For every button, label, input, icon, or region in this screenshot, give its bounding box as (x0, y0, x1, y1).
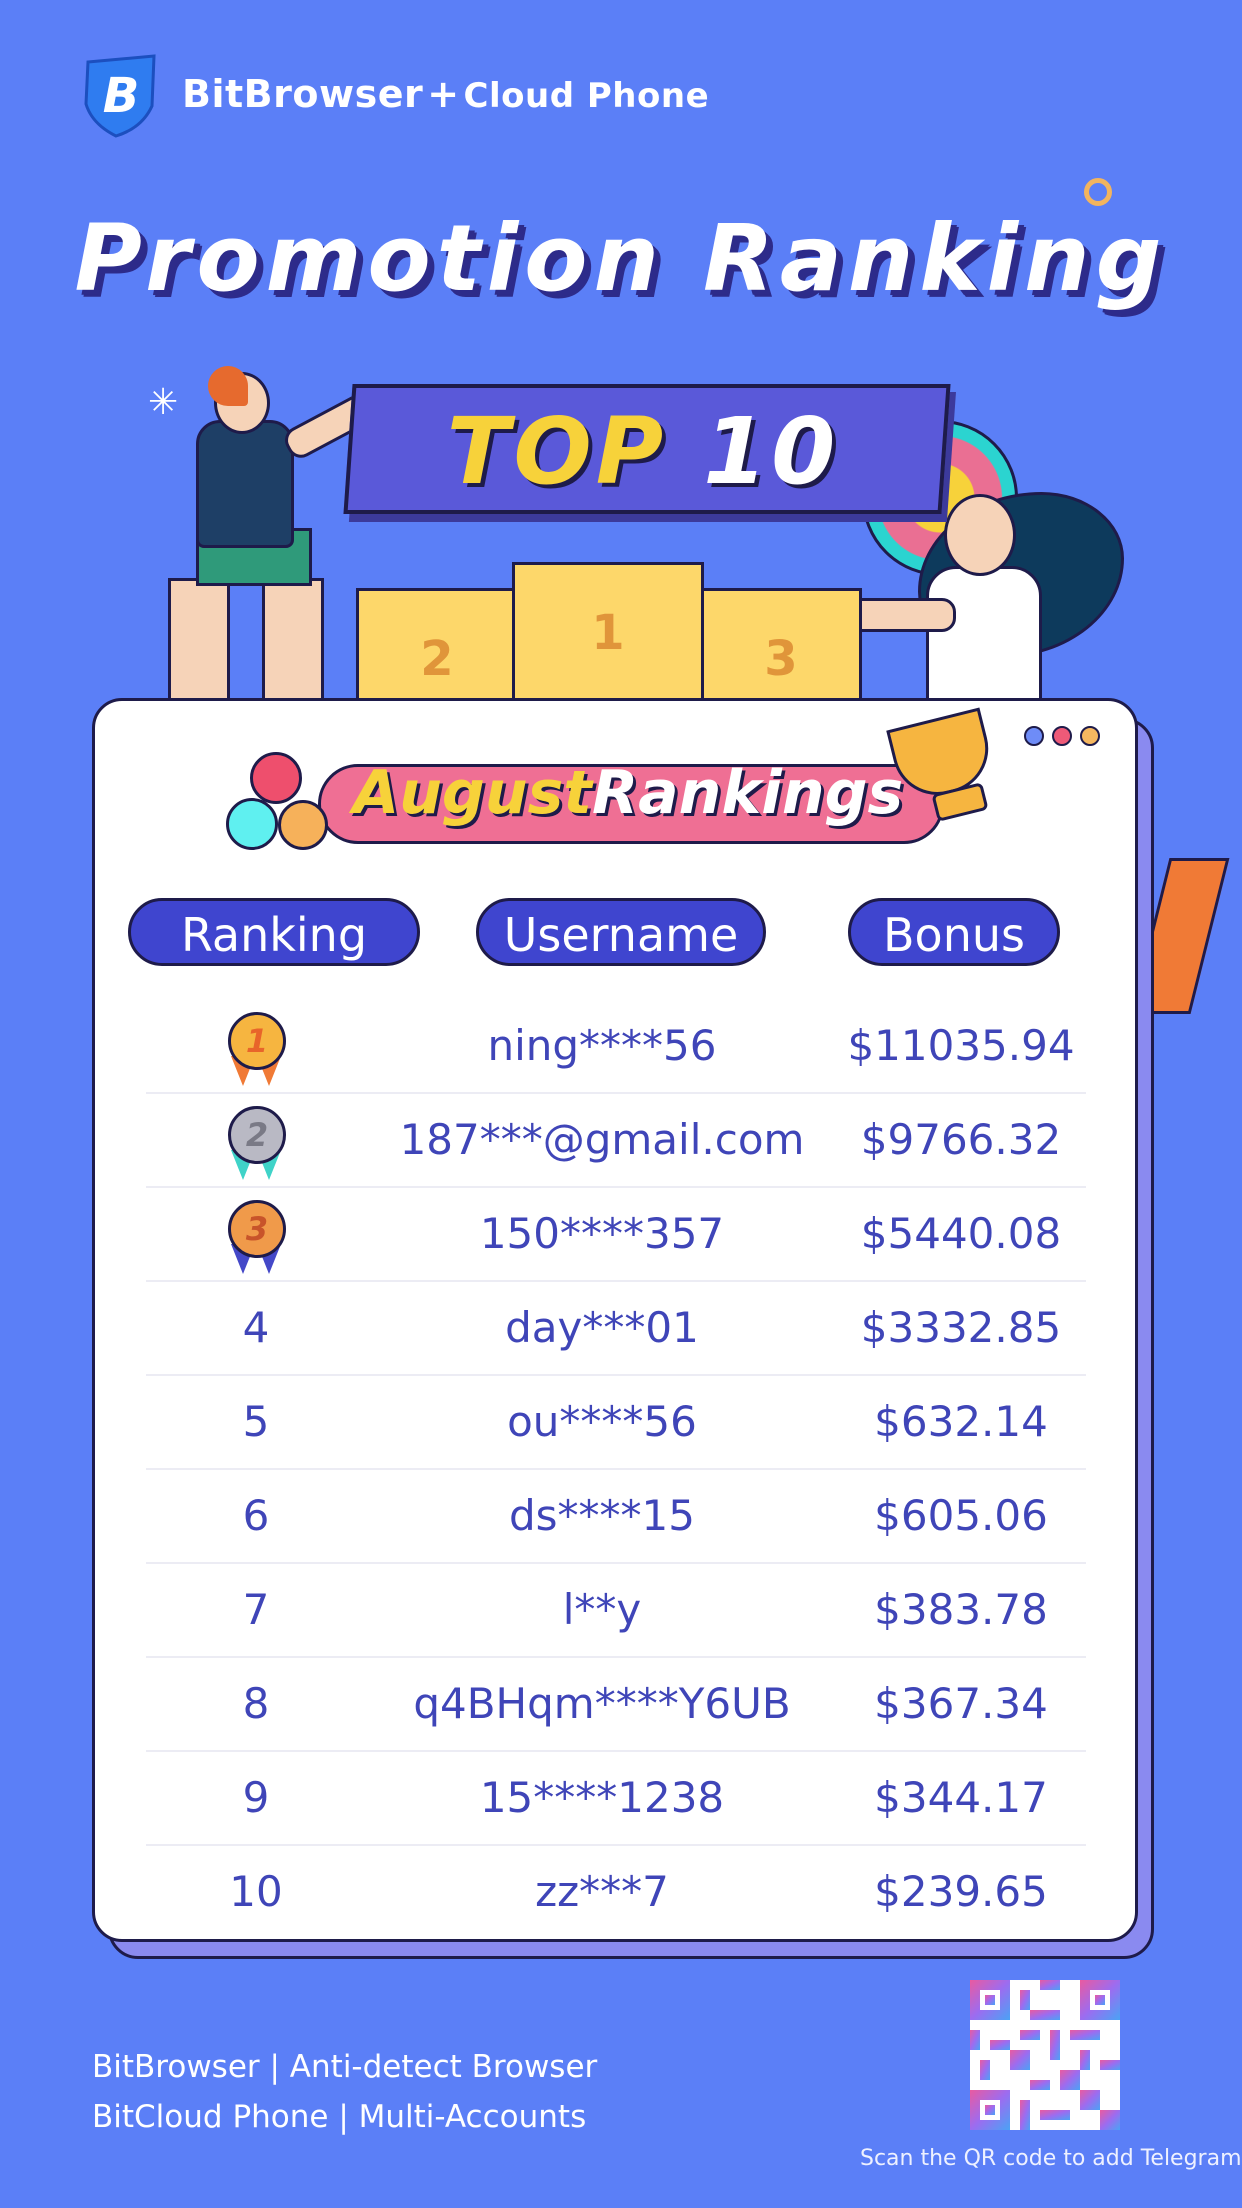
person-left-hair (208, 366, 248, 406)
bonus-cell: $3332.85 (860, 1303, 1062, 1352)
bonus-cell: $239.65 (874, 1867, 1048, 1916)
month-heading: AugustRankings (318, 758, 938, 828)
bubble-decoration (226, 798, 278, 850)
gold-medal-icon: 1 (225, 1010, 287, 1088)
person-left-leg (262, 578, 324, 704)
bronze-medal-icon: 3 (225, 1198, 287, 1276)
medal-number: 1 (228, 1011, 286, 1070)
rank-number: 6 (242, 1491, 270, 1540)
brand-main: BitBrowser (182, 72, 424, 116)
column-header-username: Username (476, 898, 766, 966)
username-cell: ou****56 (507, 1397, 697, 1446)
banner-ten: 10 (703, 398, 840, 505)
rank-cell: 7 (146, 1564, 366, 1656)
podium-second-label: 2 (420, 631, 454, 687)
ranking-table: 1 ning****56 $11035.94 2 187***@gmail.com $97… (146, 1000, 1086, 1938)
bonus-cell: $383.78 (874, 1585, 1048, 1634)
table-row: 9 15****1238 $344.17 (146, 1752, 1086, 1846)
table-row: 5 ou****56 $632.14 (146, 1376, 1086, 1470)
table-row: 8 q4BHqm****Y6UB $367.34 (146, 1658, 1086, 1752)
person-right-head (944, 494, 1016, 576)
rank-cell: 5 (146, 1376, 366, 1468)
rank-number: 7 (242, 1585, 270, 1634)
username-cell: 15****1238 (479, 1773, 725, 1822)
username-cell: l**y (562, 1585, 642, 1634)
username-cell: 150****357 (479, 1209, 725, 1258)
bonus-cell: $11035.94 (847, 1021, 1075, 1070)
svg-text:B: B (103, 68, 140, 124)
rank-cell: 4 (146, 1282, 366, 1374)
person-right-body (926, 566, 1042, 712)
rank-number: 5 (242, 1397, 270, 1446)
table-row: 3 150****357 $5440.08 (146, 1188, 1086, 1282)
medal-number: 2 (228, 1105, 286, 1164)
podium-first-label: 1 (591, 605, 625, 661)
username-cell: day***01 (505, 1303, 699, 1352)
rank-cell: 8 (146, 1658, 366, 1750)
bonus-cell: $5440.08 (860, 1209, 1062, 1258)
rank-number: 4 (242, 1303, 270, 1352)
rankings-word: Rankings (591, 758, 904, 828)
table-row: 2 187***@gmail.com $9766.32 (146, 1094, 1086, 1188)
brand-name: BitBrowser + Cloud Phone (182, 72, 709, 116)
bonus-cell: $344.17 (874, 1773, 1048, 1822)
bitbrowser-logo-icon: B (82, 54, 160, 138)
podium-third: 3 (700, 588, 862, 708)
rank-cell: 6 (146, 1470, 366, 1562)
column-header-ranking: Ranking (128, 898, 420, 966)
silver-medal-icon: 2 (225, 1104, 287, 1182)
rank-number: 9 (242, 1773, 270, 1822)
username-cell: q4BHqm****Y6UB (413, 1679, 791, 1728)
username-cell: zz***7 (535, 1867, 669, 1916)
bonus-cell: $605.06 (874, 1491, 1048, 1540)
podium-second: 2 (356, 588, 518, 708)
footer-line-browser: BitBrowser | Anti-detect Browser (92, 2049, 598, 2085)
qr-code-icon[interactable] (970, 1980, 1120, 2130)
podium-third-label: 3 (764, 631, 798, 687)
bonus-cell: $367.34 (874, 1679, 1048, 1728)
rank-number: 8 (242, 1679, 270, 1728)
username-cell: 187***@gmail.com (399, 1115, 805, 1164)
bonus-cell: $632.14 (874, 1397, 1048, 1446)
decorative-ring (1084, 178, 1112, 206)
table-row: 1 ning****56 $11035.94 (146, 1000, 1086, 1094)
table-row: 4 day***01 $3332.85 (146, 1282, 1086, 1376)
banner-top: TOP (446, 398, 668, 505)
username-cell: ds****15 (509, 1491, 695, 1540)
top10-banner-text: TOP 10 (348, 398, 938, 505)
footer-text: BitBrowser | Anti-detect Browser BitClou… (92, 2042, 597, 2142)
bubble-decoration (250, 752, 302, 804)
qr-caption: Scan the QR code to add Telegram (860, 2146, 1242, 2171)
window-dot-icon (1080, 726, 1100, 746)
footer-line-cloudphone: BitCloud Phone | Multi-Accounts (92, 2099, 587, 2135)
brand-plus: + (427, 72, 460, 116)
person-left-body (196, 420, 294, 548)
month-name: August (352, 758, 592, 828)
podium-first: 1 (512, 562, 704, 708)
rank-cell: 2 (146, 1094, 366, 1186)
rank-number: 10 (229, 1867, 283, 1916)
username-cell: ning****56 (487, 1021, 717, 1070)
person-left-leg (168, 578, 230, 704)
rank-cell: 3 (146, 1188, 366, 1280)
rank-cell: 9 (146, 1752, 366, 1844)
rank-cell: 10 (146, 1846, 366, 1938)
window-dot-icon (1024, 726, 1044, 746)
page-title: Promotion Ranking (74, 205, 1168, 312)
window-dot-icon (1052, 726, 1072, 746)
rank-cell: 1 (146, 1000, 366, 1092)
bonus-cell: $9766.32 (860, 1115, 1062, 1164)
medal-number: 3 (228, 1199, 286, 1258)
column-header-bonus: Bonus (848, 898, 1060, 966)
table-row: 10 zz***7 $239.65 (146, 1846, 1086, 1938)
sparkle-icon: ✳ (148, 382, 179, 423)
brand-sub: Cloud Phone (463, 76, 710, 116)
table-row: 7 l**y $383.78 (146, 1564, 1086, 1658)
table-row: 6 ds****15 $605.06 (146, 1470, 1086, 1564)
